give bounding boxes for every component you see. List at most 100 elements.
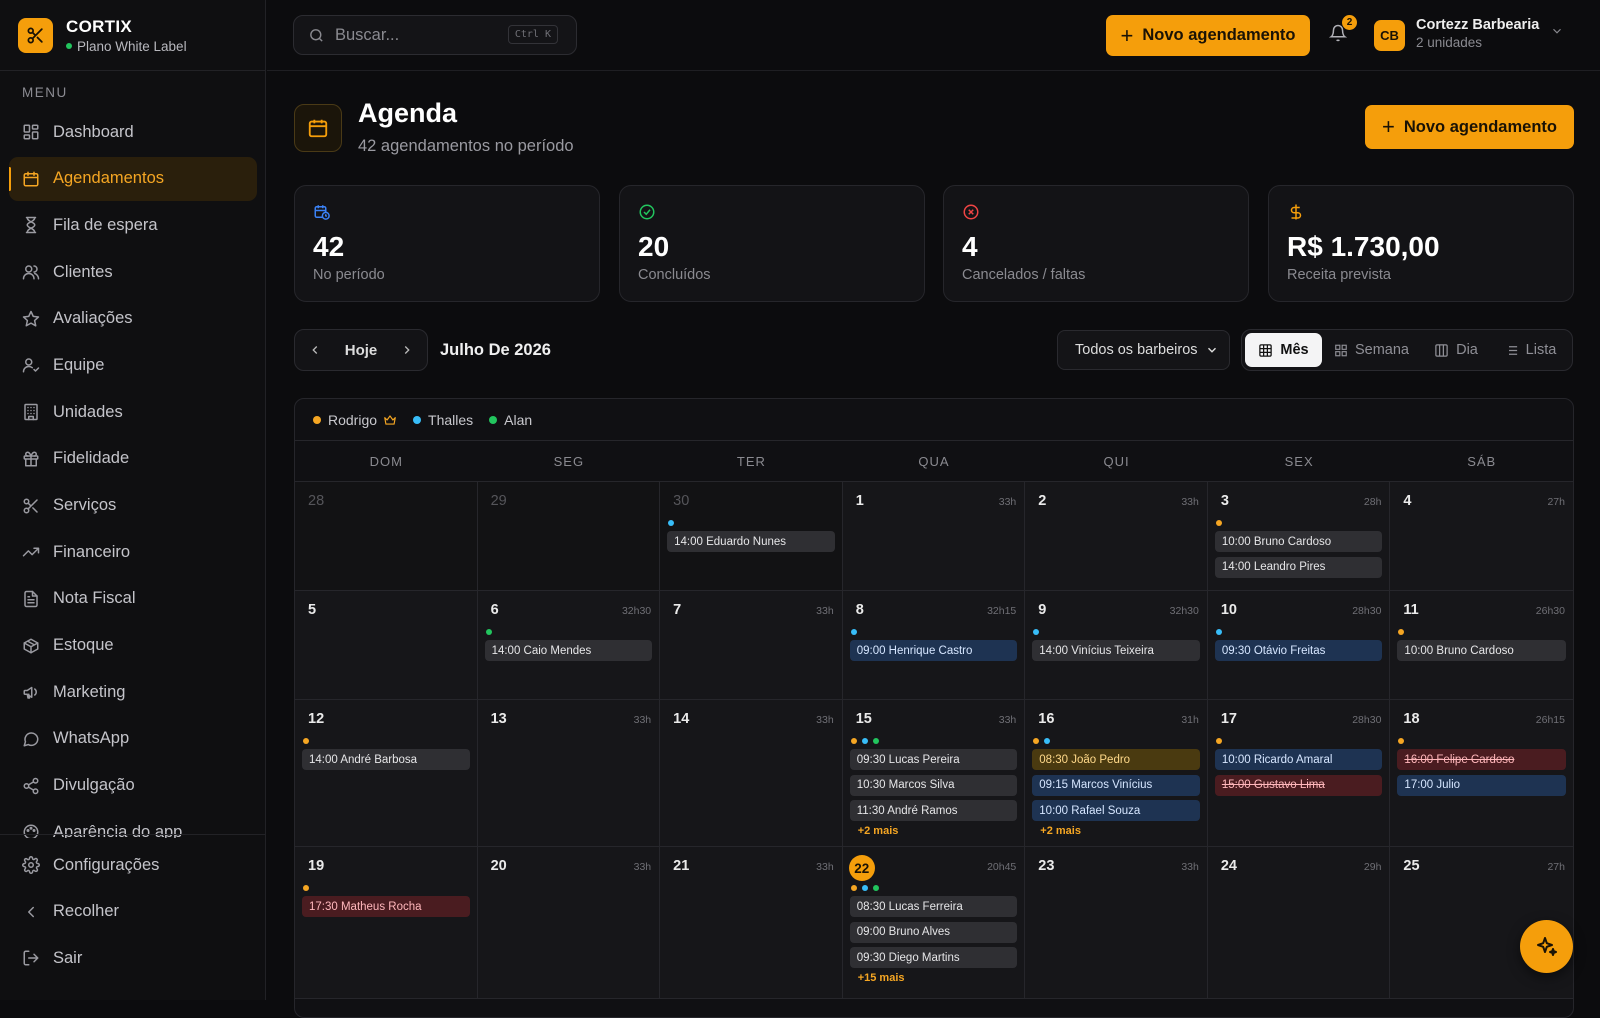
view-day-label: Dia — [1456, 342, 1478, 358]
sidebar-item-recolher[interactable]: Recolher — [9, 890, 257, 934]
day-cell[interactable]: 14 33h — [660, 700, 843, 847]
user-name[interactable]: Cortezz Barbearia — [1416, 17, 1539, 33]
appointment-chip[interactable]: 15:00 Gustavo Lima — [1214, 774, 1383, 796]
day-cell[interactable]: 28 — [295, 482, 478, 591]
appointment-chip[interactable]: 09:30 Otávio Freitas — [1214, 640, 1383, 661]
day-cell[interactable]: 18 26h15 16:00 Felipe Cardoso 17:00 Julio — [1390, 700, 1573, 847]
today-button[interactable]: Hoje — [345, 342, 378, 359]
chevron-down-icon[interactable] — [1550, 24, 1564, 38]
sidebar-item-fila-de-espera[interactable]: Fila de espera — [9, 203, 257, 247]
appointment-chip[interactable]: 14:00 Leandro Pires — [1214, 556, 1383, 578]
day-cell[interactable]: 19 17:30 Matheus Rocha — [295, 847, 478, 999]
chevron-right-icon[interactable] — [400, 343, 414, 357]
day-cell[interactable]: 30 14:00 Eduardo Nunes — [660, 482, 843, 591]
day-cell[interactable]: 22 20h45 08:30 Lucas Ferreira 09:00 Bruno A… — [842, 847, 1026, 999]
top-new-appointment-button[interactable]: + Novo agendamento — [1106, 15, 1310, 56]
available-hours: 33h — [1181, 861, 1199, 873]
sidebar-item-divulgacao[interactable]: Divulgação — [9, 764, 257, 808]
day-cell[interactable]: 9 32h30 14:00 Vinícius Teixeira — [1025, 591, 1208, 700]
legend-dot — [489, 415, 498, 424]
day-cell[interactable]: 20 33h — [477, 847, 661, 999]
new-appointment-label: Novo agendamento — [1403, 117, 1557, 136]
barber-dots — [850, 885, 884, 891]
sidebar-item-dashboard[interactable]: Dashboard — [9, 110, 257, 154]
day-cell[interactable]: 4 27h — [1390, 482, 1573, 591]
day-cell[interactable]: 8 32h15 09:00 Henrique Castro — [842, 591, 1026, 700]
new-appointment-button[interactable]: + Novo agendamento — [1365, 105, 1574, 149]
sidebar-item-label: Agendamentos — [53, 169, 164, 188]
day-cell[interactable]: 13 33h — [477, 700, 661, 847]
sidebar-item-sair[interactable]: Sair — [9, 936, 257, 980]
day-cell[interactable]: 15 33h 09:30 Lucas Pereira 10:30 Marcos Sil… — [842, 700, 1026, 847]
sidebar-item-fidelidade[interactable]: Fidelidade — [9, 437, 257, 481]
sidebar-item-equipe[interactable]: Equipe — [9, 343, 257, 387]
day-cell[interactable]: 16 31h 08:30 João Pedro 09:15 Marcos Viníci… — [1025, 700, 1208, 847]
sidebar-item-marketing[interactable]: Marketing — [9, 670, 257, 714]
appointment-chip[interactable]: 10:00 Rafael Souza — [1032, 800, 1200, 821]
barber-dots — [303, 738, 314, 744]
day-cell[interactable]: 21 33h — [660, 847, 843, 999]
sidebar-item-servicos[interactable]: Serviços — [9, 484, 257, 528]
appointment-chip[interactable]: 17:00 Julio — [1397, 774, 1566, 796]
day-cell[interactable]: 11 26h30 10:00 Bruno Cardoso — [1390, 591, 1573, 700]
appointment-chip[interactable]: 09:00 Bruno Alves — [849, 921, 1018, 943]
plus-icon: + — [1382, 114, 1395, 139]
day-cell[interactable]: 29 — [477, 482, 661, 591]
sidebar-item-agendamentos[interactable]: Agendamentos — [9, 156, 257, 201]
appointment-chip[interactable]: 16:00 Felipe Cardoso — [1397, 749, 1566, 770]
more-appointments-link[interactable]: +2 mais — [1032, 825, 1200, 837]
view-month-button[interactable]: Mês — [1245, 333, 1322, 367]
day-cell[interactable]: 17 28h30 10:00 Ricardo Amaral 15:00 Gustavo… — [1207, 700, 1391, 847]
sidebar-item-label: Equipe — [53, 355, 105, 374]
appointment-chip[interactable]: 09:30 Diego Martins — [849, 947, 1018, 968]
ai-assistant-button[interactable] — [1520, 920, 1573, 973]
appointment-chip[interactable]: 14:00 Eduardo Nunes — [667, 531, 835, 552]
view-day-button[interactable]: Dia — [1421, 333, 1491, 367]
appointment-chip[interactable]: 10:00 Bruno Cardoso — [1214, 531, 1383, 552]
appointment-chip[interactable]: 10:30 Marcos Silva — [849, 774, 1018, 796]
view-list-button[interactable]: Lista — [1491, 333, 1569, 367]
more-appointments-link[interactable]: +2 mais — [850, 825, 1018, 837]
appointment-chip[interactable]: 08:30 Lucas Ferreira — [849, 896, 1018, 917]
sidebar-item-whatsapp[interactable]: WhatsApp — [9, 717, 257, 761]
day-cell[interactable]: 10 28h30 09:30 Otávio Freitas — [1207, 591, 1391, 700]
search-input[interactable]: Buscar... Ctrl K — [293, 15, 577, 55]
appointment-chip[interactable]: 09:00 Henrique Castro — [849, 640, 1018, 661]
day-cell[interactable]: 3 28h 10:00 Bruno Cardoso 14:00 Leandro Pir… — [1207, 482, 1391, 591]
sidebar-item-unidades[interactable]: Unidades — [9, 390, 257, 434]
barber-filter-select[interactable]: Todos os barbeiros — [1057, 330, 1230, 370]
appointment-chip[interactable]: 08:30 João Pedro — [1032, 749, 1200, 770]
appointment-chip[interactable]: 14:00 Vinícius Teixeira — [1032, 640, 1200, 661]
day-cell[interactable]: 23 33h — [1025, 847, 1208, 999]
stat-card-revenue: R$ 1.730,00 Receita prevista — [1268, 185, 1574, 302]
day-cell[interactable]: 1 33h — [842, 482, 1026, 591]
brand[interactable]: CORTIX Plano White Label — [0, 0, 265, 71]
sidebar-item-financeiro[interactable]: Financeiro — [9, 530, 257, 574]
appointment-chip[interactable]: 11:30 André Ramos — [849, 800, 1018, 821]
sidebar-item-configuracoes[interactable]: Configurações — [9, 843, 257, 887]
day-cell[interactable]: 6 32h30 14:00 Caio Mendes — [477, 591, 661, 700]
appointment-chip[interactable]: 09:15 Marcos Vinícius — [1032, 774, 1200, 796]
day-cell[interactable]: 2 33h — [1025, 482, 1208, 591]
appointment-chip[interactable]: 09:30 Lucas Pereira — [849, 749, 1018, 770]
sidebar-item-clientes[interactable]: Clientes — [9, 250, 257, 294]
appointment-chip[interactable]: 14:00 Caio Mendes — [484, 640, 653, 661]
appointment-chip[interactable]: 10:00 Bruno Cardoso — [1397, 640, 1566, 661]
chevron-left-icon[interactable] — [308, 343, 322, 357]
more-appointments-link[interactable]: +15 mais — [850, 972, 1018, 984]
appointment-chip[interactable]: 14:00 André Barbosa — [302, 749, 470, 770]
sidebar-item-estoque[interactable]: Estoque — [9, 624, 257, 668]
stat-label: Cancelados / faltas — [962, 267, 1086, 283]
appointment-chip[interactable]: 10:00 Ricardo Amaral — [1214, 749, 1383, 770]
sidebar-item-label: Financeiro — [53, 542, 131, 561]
avatar[interactable]: CB — [1374, 20, 1405, 51]
day-cell[interactable]: 24 29h — [1207, 847, 1391, 999]
sidebar-item-nota-fiscal[interactable]: Nota Fiscal — [9, 577, 257, 621]
sidebar-item-avaliacoes[interactable]: Avaliações — [9, 297, 257, 341]
view-week-button[interactable]: Semana — [1322, 333, 1421, 367]
day-cell[interactable]: 12 14:00 André Barbosa — [295, 700, 478, 847]
view-week-label: Semana — [1354, 342, 1409, 358]
day-cell[interactable]: 5 — [295, 591, 478, 700]
day-cell[interactable]: 7 33h — [660, 591, 843, 700]
appointment-chip[interactable]: 17:30 Matheus Rocha — [302, 896, 470, 917]
